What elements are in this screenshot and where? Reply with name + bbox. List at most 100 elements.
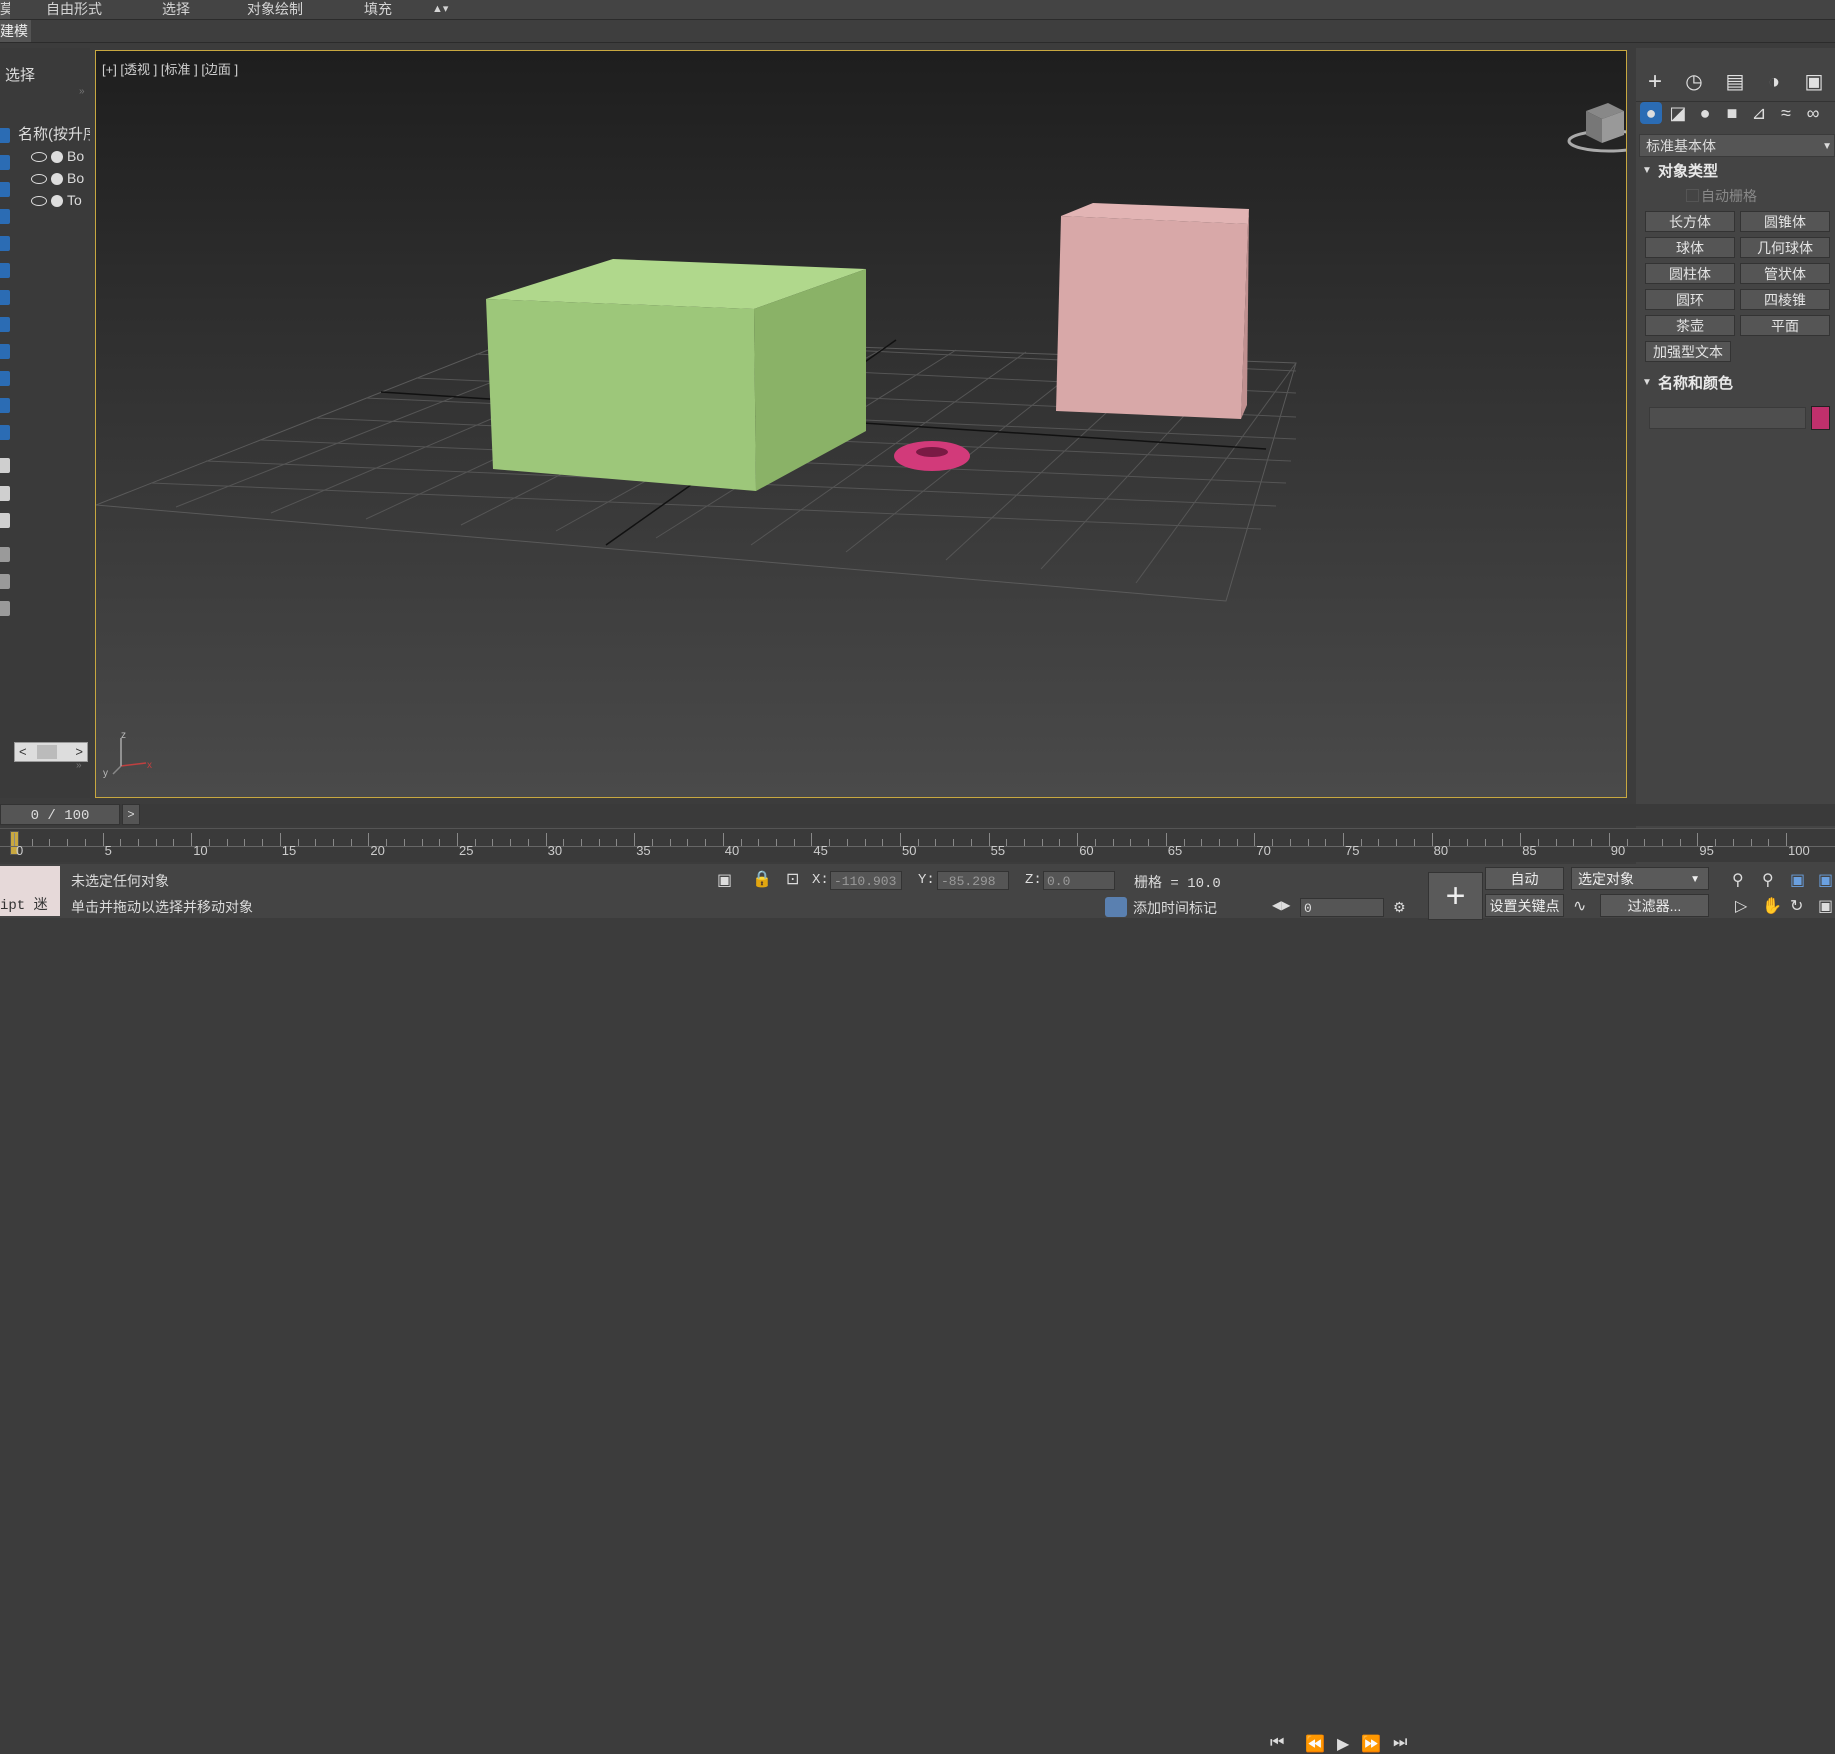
menu-item-modeling[interactable]: 莫 <box>0 0 10 19</box>
go-to-end-icon[interactable]: ⏭ <box>1393 1734 1407 1752</box>
scroll-left-icon[interactable]: < <box>19 743 27 761</box>
plane-button[interactable]: 平面 <box>1740 315 1830 336</box>
go-to-start-icon[interactable]: ⏮ <box>1270 1734 1284 1752</box>
cameras-category-icon[interactable]: ■ <box>1721 102 1743 124</box>
lock-selection-icon[interactable]: 🔒 <box>752 869 772 889</box>
next-frame-arrow-icon[interactable]: > <box>122 804 140 825</box>
lock-icon[interactable] <box>0 601 10 616</box>
lights-category-icon[interactable]: ● <box>1694 102 1716 124</box>
cone-button[interactable]: 圆锥体 <box>1740 211 1830 232</box>
teapot-button[interactable]: 茶壶 <box>1645 315 1735 336</box>
cylinder-button[interactable]: 圆柱体 <box>1645 263 1735 284</box>
current-frame-field[interactable]: 0 <box>1300 898 1384 917</box>
expand-icon[interactable]: » <box>76 760 82 771</box>
collapse-icon[interactable]: ▼ <box>1642 377 1652 388</box>
frame-display[interactable]: 0 / 100 <box>0 804 120 825</box>
torus-button[interactable]: 圆环 <box>1645 289 1735 310</box>
list-item[interactable]: To <box>31 190 82 210</box>
zoom-all-icon[interactable]: ⚲ <box>1762 870 1774 890</box>
time-tag-icon[interactable] <box>1105 897 1127 917</box>
display-invert-icon[interactable] <box>0 513 10 528</box>
field-of-view-icon[interactable]: ▷ <box>1735 896 1747 916</box>
filter-bones-icon[interactable] <box>0 344 10 359</box>
sync-selection-icon[interactable] <box>0 547 10 562</box>
menu-item-selection[interactable]: 选择 <box>162 0 190 19</box>
expand-icon[interactable]: » <box>79 86 85 97</box>
menu-more-icon[interactable]: ▲▾ <box>432 0 448 19</box>
zoom-extents-all-icon[interactable]: ▣ <box>1818 870 1833 890</box>
pyramid-button[interactable]: 四棱锥 <box>1740 289 1830 310</box>
add-time-tag-label[interactable]: 添加时间标记 <box>1133 898 1217 918</box>
box-button[interactable]: 长方体 <box>1645 211 1735 232</box>
filter-groups-icon[interactable] <box>0 290 10 305</box>
eye-icon[interactable] <box>31 196 47 207</box>
filter-containers-icon[interactable] <box>0 371 10 386</box>
eye-icon[interactable] <box>31 174 47 185</box>
freeze-dot-icon[interactable] <box>51 195 63 208</box>
column-header-name[interactable]: 名称(按升序 <box>18 123 90 144</box>
scroll-right-icon[interactable]: > <box>75 743 83 761</box>
category-dropdown[interactable]: 标准基本体 ▼ <box>1639 134 1835 157</box>
object-name-input[interactable] <box>1649 407 1806 429</box>
key-filter-icon[interactable]: ∿ <box>1573 896 1586 916</box>
spacewarps-category-icon[interactable]: ≈ <box>1775 102 1797 124</box>
systems-category-icon[interactable]: ∞ <box>1802 102 1824 124</box>
filter-frozen-icon[interactable] <box>0 398 10 413</box>
menu-item-freeform[interactable]: 自由形式 <box>46 0 102 19</box>
filter-cameras-icon[interactable] <box>0 209 10 224</box>
tab-modeling[interactable]: 建模 <box>0 20 31 42</box>
pan-icon[interactable]: ✋ <box>1762 896 1782 916</box>
filter-spacewarps-icon[interactable] <box>0 263 10 278</box>
geosphere-button[interactable]: 几何球体 <box>1740 237 1830 258</box>
isolate-selection-icon[interactable]: ▣ <box>717 870 732 890</box>
list-item[interactable]: Bo <box>31 146 84 166</box>
display-none-icon[interactable] <box>0 486 10 501</box>
maximize-viewport-icon[interactable]: ▣ <box>1818 896 1833 916</box>
time-config-icon[interactable]: ⚙ <box>1393 899 1406 916</box>
create-tab-icon[interactable]: + <box>1641 68 1669 96</box>
previous-frame-icon[interactable]: ⏪ <box>1305 1734 1325 1754</box>
filter-lights-icon[interactable] <box>0 182 10 197</box>
eye-icon[interactable] <box>31 152 47 163</box>
textplus-button[interactable]: 加强型文本 <box>1645 341 1731 362</box>
rollout-name-color-title[interactable]: 名称和颜色 <box>1658 374 1733 394</box>
freeze-dot-icon[interactable] <box>51 151 63 164</box>
perspective-viewport[interactable]: [+] [透视 ] [标准 ] [边面 ] z x y <box>95 50 1627 798</box>
object-color-swatch[interactable] <box>1811 406 1830 430</box>
modify-tab-icon[interactable]: ◷ <box>1680 68 1708 96</box>
helpers-category-icon[interactable]: ⊿ <box>1748 102 1770 124</box>
filter-shapes-icon[interactable] <box>0 155 10 170</box>
timeline-track[interactable]: 0 5 10 15 20 25 30 35 40 45 50 55 60 65 70 75 80 85 90 95 10… <box>0 828 1835 862</box>
scroll-thumb[interactable] <box>37 745 57 759</box>
list-item[interactable]: Bo <box>31 168 84 188</box>
filter-hidden-icon[interactable] <box>0 425 10 440</box>
set-key-button[interactable]: 设置关键点 <box>1485 894 1564 917</box>
zoom-extents-icon[interactable]: ▣ <box>1790 870 1805 890</box>
maxscript-listener[interactable]: ipt 迷 <box>0 866 60 916</box>
motion-tab-icon[interactable]: ◑ <box>1760 68 1788 96</box>
play-icon[interactable]: ▶ <box>1337 1734 1349 1754</box>
x-coordinate-field[interactable]: -110.903 <box>830 871 902 890</box>
shapes-category-icon[interactable]: ◪ <box>1667 102 1689 124</box>
z-coordinate-field[interactable]: 0.0 <box>1043 871 1115 890</box>
filter-geometry-icon[interactable] <box>0 128 10 143</box>
orbit-icon[interactable]: ↻ <box>1790 896 1803 916</box>
hierarchy-tab-icon[interactable]: ▤ <box>1721 68 1749 96</box>
display-tab-icon[interactable]: ▣ <box>1800 68 1828 96</box>
rollout-object-type-title[interactable]: 对象类型 <box>1658 162 1718 182</box>
selected-object-dropdown[interactable]: 选定对象 ▼ <box>1571 867 1709 890</box>
menu-item-populate[interactable]: 填充 <box>364 0 392 19</box>
display-all-icon[interactable] <box>0 458 10 473</box>
filter-xrefs-icon[interactable] <box>0 317 10 332</box>
tube-button[interactable]: 管状体 <box>1740 263 1830 284</box>
horizontal-scrollbar[interactable]: < > <box>14 742 88 762</box>
auto-key-button[interactable]: 自动 <box>1485 867 1564 890</box>
zoom-icon[interactable]: ⚲ <box>1732 870 1744 890</box>
y-coordinate-field[interactable]: -85.298 <box>937 871 1009 890</box>
sphere-button[interactable]: 球体 <box>1645 237 1735 258</box>
absolute-mode-icon[interactable]: ⊡ <box>786 869 799 889</box>
collapse-icon[interactable]: ▼ <box>1642 165 1652 176</box>
key-mode-icon[interactable]: ◀▶ <box>1272 898 1290 912</box>
menu-item-object-paint[interactable]: 对象绘制 <box>247 0 303 19</box>
filter-helpers-icon[interactable] <box>0 236 10 251</box>
